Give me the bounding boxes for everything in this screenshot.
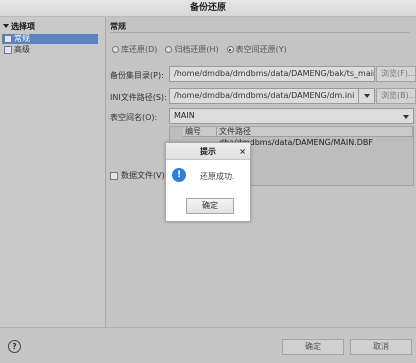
tablespace-label: 表空间名(O): (110, 113, 158, 122)
radio-archive-restore[interactable]: 归档还原(H) (165, 44, 219, 55)
section-title: 常规 (110, 22, 126, 31)
sidebar-item-label: 高级 (14, 45, 30, 54)
dialog-footer: ? 确定 取消 (0, 327, 416, 363)
tree-header[interactable]: 选择项 (3, 21, 35, 32)
column-header-number[interactable]: 编号 (183, 127, 217, 137)
chevron-down-icon (403, 115, 409, 119)
backup-dir-label: 备份集目录(P): (110, 71, 164, 80)
dialog-header: 提示 × (166, 143, 250, 160)
restore-mode-group: 库还原(D) 归档还原(H) 表空间还原(Y) (112, 44, 287, 55)
radio-circle[interactable] (165, 46, 173, 53)
section-divider (110, 32, 410, 33)
backup-dir-field[interactable]: /home/dmdba/dmdbms/data/DAMENG/bak/ts_ma… (169, 66, 375, 82)
dialog-message: 还原成功. (200, 172, 235, 181)
datafile-checkbox-row[interactable]: 数据文件(V) (110, 170, 165, 181)
ini-path-label: INI文件路径(S): (110, 93, 167, 102)
dialog-ok-button[interactable]: 确定 (186, 198, 234, 214)
browse-ini-button[interactable]: 浏览(B)... (376, 88, 416, 104)
window-title: 备份还原 (189, 3, 226, 13)
datafile-checkbox[interactable] (110, 171, 118, 180)
tablespace-select[interactable]: MAIN (169, 108, 414, 124)
tablespace-value: MAIN (174, 111, 195, 120)
sidebar-item-label: 常规 (14, 34, 30, 43)
sidebar-item-general[interactable]: 常规 (2, 34, 98, 44)
radio-tablespace-restore[interactable]: 表空间还原(Y) (226, 44, 287, 55)
radio-db-restore[interactable]: 库还原(D) (112, 44, 157, 55)
close-icon[interactable]: × (239, 143, 246, 160)
dialog-title: 提示 (200, 147, 216, 156)
collapse-caret-icon[interactable] (3, 24, 9, 28)
folder-icon (4, 46, 12, 54)
cancel-button[interactable]: 取消 (350, 339, 412, 355)
datafile-checkbox-label: 数据文件(V) (121, 171, 165, 180)
window-titlebar: 备份还原 (0, 0, 416, 17)
tree-header-label: 选择项 (11, 22, 35, 31)
browse-backup-button[interactable]: 浏览(F)... (376, 66, 416, 82)
main-panel: 常规 库还原(D) 归档还原(H) 表空间还原(Y) 备份集目录(P): /ho… (106, 17, 416, 327)
sidebar-item-advanced[interactable]: 高级 (2, 45, 98, 55)
radio-label: 库还原(D) (121, 45, 158, 54)
folder-icon (4, 35, 12, 43)
chevron-down-icon (364, 94, 370, 98)
radio-circle[interactable] (226, 46, 234, 53)
message-dialog: 提示 × ! 还原成功. 确定 (165, 142, 251, 222)
column-header-path[interactable]: 文件路径 (217, 127, 413, 137)
info-icon: ! (172, 168, 186, 182)
help-icon[interactable]: ? (8, 340, 21, 353)
radio-label: 归档还原(H) (174, 45, 219, 54)
radio-circle[interactable] (112, 46, 119, 53)
radio-label: 表空间还原(Y) (235, 45, 287, 54)
ok-button[interactable]: 确定 (282, 339, 344, 355)
left-panel: 选择项 常规 高级 (0, 17, 106, 327)
ini-dropdown-button[interactable] (358, 88, 374, 104)
ini-path-field[interactable]: /home/dmdba/dmdbms/data/DAMENG/dm.ini (169, 88, 375, 104)
